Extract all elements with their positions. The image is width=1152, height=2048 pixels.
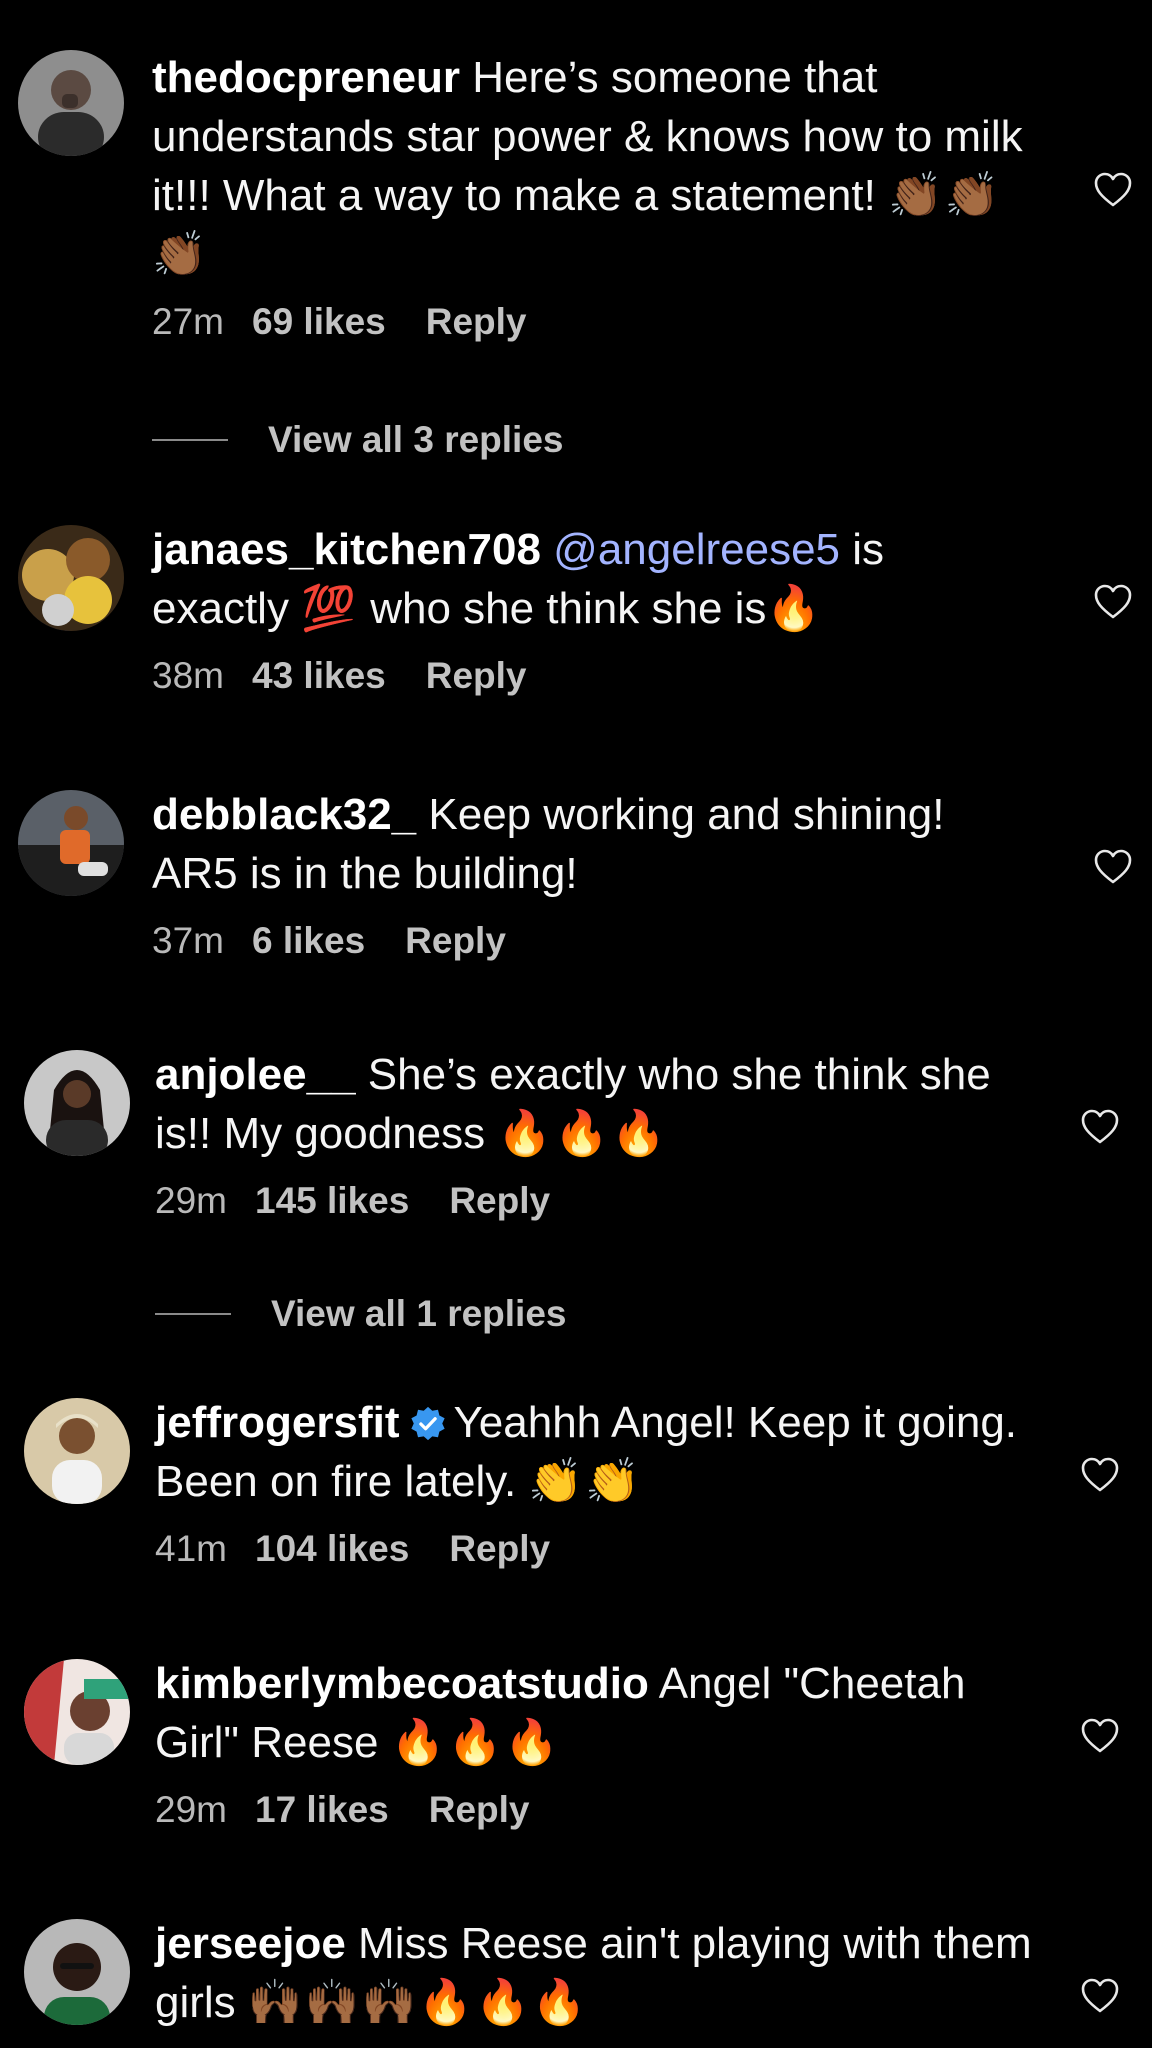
comment-username[interactable]: anjolee__ <box>155 1050 356 1099</box>
comment-meta: 29m 145 likes Reply <box>155 1179 1035 1223</box>
comment-emojis: 👏👏 <box>528 1456 642 1507</box>
view-replies-link[interactable]: View all 3 replies <box>152 418 564 462</box>
comment-likes[interactable]: 17 likes <box>255 1788 389 1832</box>
reply-button[interactable]: Reply <box>405 919 506 963</box>
reply-button[interactable]: Reply <box>426 300 527 344</box>
comment-username[interactable]: debblack32_ <box>152 790 416 839</box>
view-replies-link[interactable]: View all 1 replies <box>155 1292 567 1336</box>
comment-body: jerseejoe Miss Reese ain't playing with … <box>155 1914 1035 2032</box>
mention-link[interactable]: @angelreese5 <box>553 525 840 574</box>
avatar[interactable] <box>18 50 124 156</box>
comment-meta: 38m 43 likes Reply <box>152 654 1032 698</box>
heart-icon[interactable] <box>1080 1716 1120 1756</box>
heart-icon[interactable] <box>1080 1976 1120 2016</box>
comment-text: jeffrogersfit Yeahhh Angel! Keep it going… <box>155 1393 1035 1511</box>
comment-emojis: 🔥🔥🔥 <box>497 1108 668 1159</box>
comment-emojis: 🙌🏾🙌🏾🙌🏾🔥🔥🔥 <box>247 1977 589 2028</box>
comment-text: kimberlymbecoatstudio Angel "Cheetah Gir… <box>155 1654 1035 1772</box>
avatar[interactable] <box>24 1659 130 1765</box>
comment-meta: 37m 6 likes Reply <box>152 919 1032 963</box>
comment-body: jeffrogersfit Yeahhh Angel! Keep it going… <box>155 1393 1035 1571</box>
comment-meta: 27m 69 likes Reply <box>152 300 1032 344</box>
comment-time: 29m <box>155 1789 227 1830</box>
comment-time: 27m <box>152 301 224 342</box>
comment-spacer <box>541 525 553 574</box>
comment-likes[interactable]: 145 likes <box>255 1179 409 1223</box>
comment-text: anjolee__ She’s exactly who she think sh… <box>155 1045 1035 1163</box>
comment-time: 38m <box>152 655 224 696</box>
comment-username[interactable]: jerseejoe <box>155 1919 346 1968</box>
comment-body: anjolee__ She’s exactly who she think sh… <box>155 1045 1035 1223</box>
divider-line <box>155 1313 231 1315</box>
comment-text: janaes_kitchen708 @angelreese5 is exactl… <box>152 520 1032 638</box>
comment-emojis: 🔥🔥🔥 <box>390 1717 562 1768</box>
comment-body: kimberlymbecoatstudio Angel "Cheetah Gir… <box>155 1654 1035 1832</box>
avatar[interactable] <box>24 1050 130 1156</box>
comment-time: 41m <box>155 1528 227 1569</box>
comment-body: debblack32_ Keep working and shining! AR… <box>152 785 1032 963</box>
verified-badge-icon <box>411 1406 446 1441</box>
comment-likes[interactable]: 6 likes <box>252 919 365 963</box>
comment-username[interactable]: kimberlymbecoatstudio <box>155 1659 649 1708</box>
reply-button[interactable]: Reply <box>429 1788 530 1832</box>
avatar[interactable] <box>24 1919 130 2025</box>
hundred-emoji: 💯 <box>301 583 358 634</box>
comment-body: janaes_kitchen708 @angelreese5 is exactl… <box>152 520 1032 698</box>
view-replies-label[interactable]: View all 1 replies <box>271 1293 567 1335</box>
view-replies-label[interactable]: View all 3 replies <box>268 419 564 461</box>
comment-text: jerseejoe Miss Reese ain't playing with … <box>155 1914 1035 2032</box>
reply-button[interactable]: Reply <box>449 1527 550 1571</box>
heart-icon[interactable] <box>1080 1455 1120 1495</box>
comment-emojis: 🔥 <box>766 583 824 634</box>
comment-meta: 29m 17 likes Reply <box>155 1788 1035 1832</box>
comment-text: thedocpreneur Here’s someone that unders… <box>152 48 1032 284</box>
comment-username[interactable]: janaes_kitchen708 <box>152 525 541 574</box>
comment-time: 29m <box>155 1180 227 1221</box>
avatar[interactable] <box>18 790 124 896</box>
comment-text: debblack32_ Keep working and shining! AR… <box>152 785 1032 903</box>
avatar[interactable] <box>18 525 124 631</box>
comment-time: 37m <box>152 920 224 961</box>
comment-username[interactable]: jeffrogersfit <box>155 1398 399 1447</box>
comment-body: thedocpreneur Here’s someone that unders… <box>152 48 1032 344</box>
comment-likes[interactable]: 104 likes <box>255 1527 409 1571</box>
comment-username[interactable]: thedocpreneur <box>152 53 460 102</box>
avatar[interactable] <box>24 1398 130 1504</box>
comment-likes[interactable]: 43 likes <box>252 654 386 698</box>
comment-message-end: who she think she is <box>357 584 767 633</box>
comment-likes[interactable]: 69 likes <box>252 300 386 344</box>
heart-icon[interactable] <box>1080 1107 1120 1147</box>
comment-meta: 41m 104 likes Reply <box>155 1527 1035 1571</box>
heart-icon[interactable] <box>1093 582 1133 622</box>
heart-icon[interactable] <box>1093 847 1133 887</box>
heart-icon[interactable] <box>1093 170 1133 210</box>
reply-button[interactable]: Reply <box>426 654 527 698</box>
divider-line <box>152 439 228 441</box>
reply-button[interactable]: Reply <box>449 1179 550 1223</box>
